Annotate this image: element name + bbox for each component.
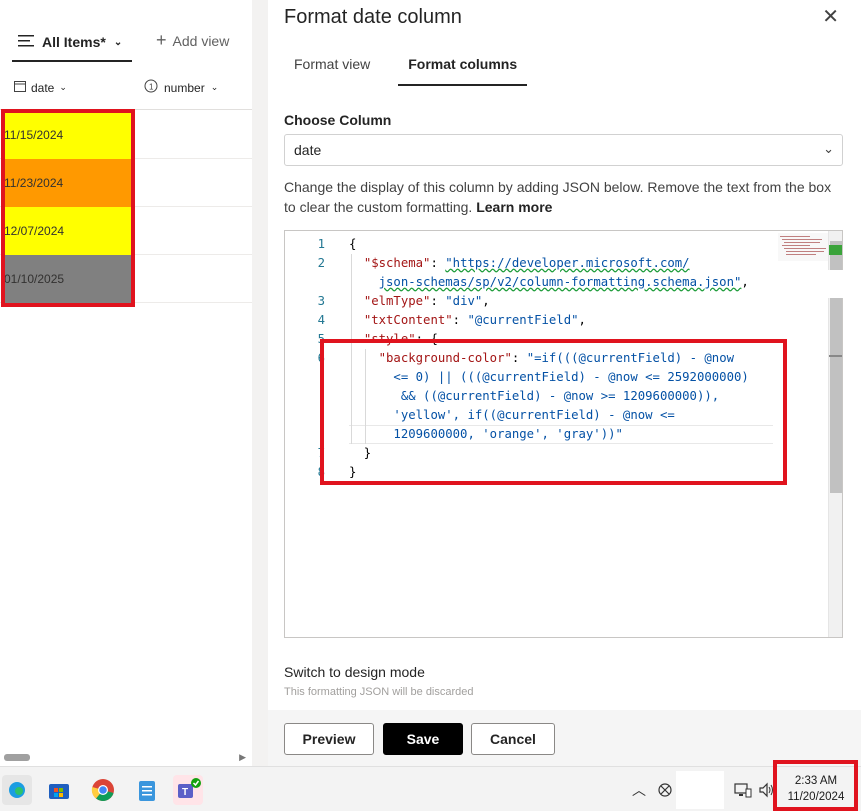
- column-label-date: date: [31, 80, 55, 95]
- code-line: json-schemas/sp/v2/column-formatting.sch…: [378, 275, 749, 289]
- svg-text:1: 1: [149, 83, 154, 92]
- overlay-blank: [816, 270, 861, 298]
- code-line: {: [349, 237, 357, 251]
- chevron-down-icon: ⌄: [823, 141, 834, 156]
- code-line: "elmType": "div",: [363, 294, 490, 308]
- scroll-right-icon[interactable]: ▶: [239, 752, 246, 763]
- notepad-icon[interactable]: [132, 775, 162, 805]
- chrome-icon[interactable]: [88, 775, 118, 805]
- description-text: Change the display of this column by add…: [284, 179, 832, 215]
- code-line: "$schema": "https://developer.microsoft.…: [363, 256, 690, 270]
- chevron-down-icon: ⌄: [113, 36, 123, 48]
- line-number: 7: [317, 446, 325, 460]
- code-line: "txtContent": "@currentField",: [363, 313, 586, 327]
- scroll-marker: [829, 245, 842, 255]
- line-number: 3: [317, 294, 325, 308]
- cancel-button[interactable]: Cancel: [471, 723, 555, 755]
- line-number: 6: [317, 351, 325, 365]
- line-number: 8: [317, 465, 325, 479]
- choose-column-label: Choose Column: [284, 112, 392, 128]
- line-number: 5: [317, 332, 325, 346]
- line-number: 1: [317, 237, 325, 251]
- learn-more-link[interactable]: Learn more: [476, 199, 552, 215]
- svg-text:T: T: [182, 787, 188, 798]
- add-view-button[interactable]: + Add view: [156, 30, 229, 51]
- teams-icon[interactable]: T: [173, 775, 203, 805]
- edge-icon[interactable]: [2, 775, 32, 805]
- view-label: All Items*: [42, 34, 106, 50]
- column-dropdown-value: date: [294, 142, 322, 158]
- column-header-number[interactable]: 1 number ⌄: [144, 79, 218, 96]
- column-header-date[interactable]: date ⌄: [0, 80, 67, 95]
- column-dropdown[interactable]: date ⌄: [284, 134, 843, 166]
- chevron-down-icon: ⌄: [59, 82, 67, 92]
- tab-format-columns[interactable]: Format columns: [398, 48, 528, 86]
- editor-minimap[interactable]: [778, 233, 830, 261]
- store-icon[interactable]: [44, 775, 74, 805]
- line-number: 4: [317, 313, 325, 327]
- highlight-box: [1, 109, 135, 307]
- plus-icon: +: [156, 30, 167, 50]
- tab-format-view[interactable]: Format view: [284, 48, 380, 82]
- switch-note: This formatting JSON will be discarded: [284, 686, 474, 698]
- save-button[interactable]: Save: [383, 723, 463, 755]
- pane-divider: [252, 0, 268, 766]
- hamburger-icon: [18, 34, 34, 51]
- view-selector[interactable]: All Items* ⌄: [8, 24, 133, 62]
- add-view-label: Add view: [172, 32, 230, 49]
- highlight-box: [320, 339, 787, 485]
- calendar-icon: [14, 80, 26, 95]
- close-icon[interactable]: ✕: [822, 4, 839, 29]
- scrollbar-thumb[interactable]: [4, 754, 30, 761]
- panel-title: Format date column: [284, 6, 462, 28]
- scroll-position-line: [829, 355, 842, 357]
- tray-blank: [676, 771, 724, 809]
- horizontal-scrollbar[interactable]: ▶: [0, 752, 252, 764]
- tab-bar: Format view Format columns: [284, 48, 528, 86]
- highlight-box: [773, 760, 858, 811]
- line-number: 2: [317, 256, 325, 270]
- description: Change the display of this column by add…: [284, 177, 844, 217]
- switch-design-mode-link[interactable]: Switch to design mode: [284, 664, 425, 680]
- number-icon: 1: [144, 79, 158, 96]
- column-header-row: date ⌄ 1 number ⌄: [0, 66, 252, 110]
- taskbar: T ︿ 2:33 AM 11/20/2024: [0, 766, 861, 811]
- app-window: All Items* ⌄ + Add view date ⌄ 1 number …: [0, 0, 861, 811]
- chevron-down-icon: ⌄: [210, 82, 219, 92]
- column-label-number: number: [164, 80, 205, 95]
- preview-button[interactable]: Preview: [284, 723, 374, 755]
